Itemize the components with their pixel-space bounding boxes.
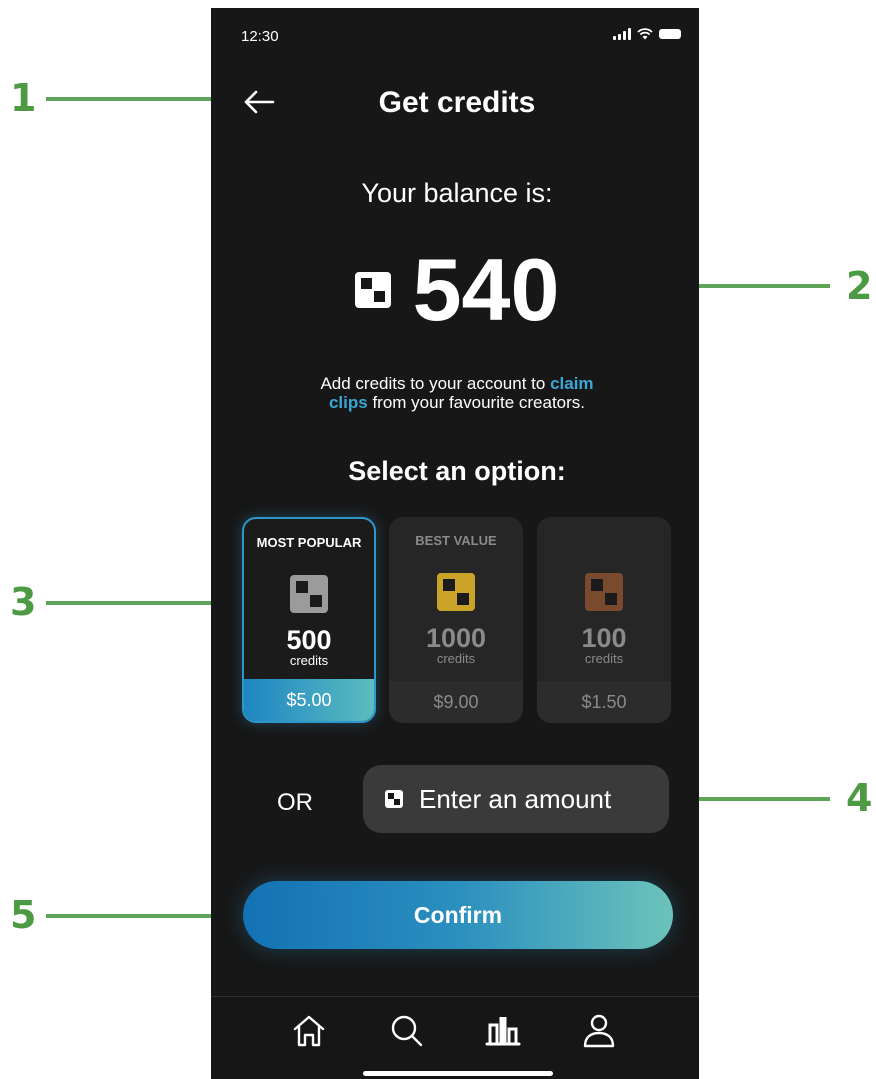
callout-3: 3: [10, 580, 37, 624]
phone-screen: 12:30 Get credits Your balance is: 540 A…: [211, 8, 699, 1079]
info-text-start: Add credits to your account to: [320, 374, 551, 393]
page-title: Get credits: [378, 86, 536, 119]
enter-amount-input[interactable]: Enter an amount: [363, 765, 669, 833]
callout-5: 5: [10, 893, 37, 937]
signal-icon: [613, 28, 631, 40]
bottom-nav: [211, 996, 699, 1079]
wifi-icon: [637, 28, 653, 40]
confirm-button[interactable]: Confirm: [243, 881, 673, 949]
stats-icon[interactable]: [483, 1011, 523, 1051]
claim-highlight: claim: [550, 374, 594, 393]
card-amount: 100: [581, 623, 627, 653]
option-card-500[interactable]: MOST POPULAR 500 credits $5.00: [242, 517, 376, 723]
status-time: 12:30: [241, 28, 279, 45]
home-indicator: [363, 1071, 553, 1076]
profile-icon[interactable]: [579, 1011, 619, 1051]
option-card-1000[interactable]: BEST VALUE 1000 credits $9.00: [389, 517, 523, 723]
card-amount: 500: [286, 625, 332, 655]
info-text: Add credits to your account to claim clip…: [271, 374, 643, 412]
option-card-100[interactable]: 100 credits $1.50: [537, 517, 671, 723]
amount-placeholder: Enter an amount: [419, 783, 612, 814]
card-amount: 1000: [425, 623, 487, 653]
callout-1: 1: [10, 76, 37, 120]
card-price: $5.00: [244, 679, 374, 721]
card-badge: MOST POPULAR: [256, 535, 362, 550]
select-option-heading: Select an option:: [348, 456, 566, 486]
callout-line-3: [46, 601, 234, 605]
clips-highlight: clips: [328, 393, 368, 412]
search-icon[interactable]: [387, 1011, 427, 1051]
battery-icon: [659, 29, 681, 39]
status-bar: 12:30: [211, 8, 699, 64]
callout-2: 2: [846, 264, 873, 308]
annotated-screenshot: 1 2 3 4 5 12:30 Get credits Your balance…: [0, 0, 876, 1079]
card-badge: BEST VALUE: [415, 533, 497, 548]
card-price: $9.00: [389, 681, 523, 723]
credit-icon: [290, 575, 328, 613]
credit-icon: [354, 272, 391, 308]
or-label: OR: [277, 789, 313, 816]
card-unit: credits: [289, 653, 329, 668]
credit-icon: [585, 573, 623, 611]
card-price: $1.50: [537, 681, 671, 723]
credit-icon: [385, 790, 403, 808]
callout-line-1: [46, 97, 234, 101]
balance-value: 540: [412, 240, 560, 339]
callout-4: 4: [846, 776, 873, 820]
info-text-end: from your favourite creators.: [367, 393, 586, 412]
card-unit: credits: [584, 651, 624, 666]
card-unit: credits: [436, 651, 476, 666]
home-icon[interactable]: [289, 1011, 329, 1051]
status-icons: [613, 28, 681, 40]
balance-display: 540: [211, 240, 699, 340]
credit-icon: [437, 573, 475, 611]
balance-label: Your balance is:: [361, 178, 553, 208]
